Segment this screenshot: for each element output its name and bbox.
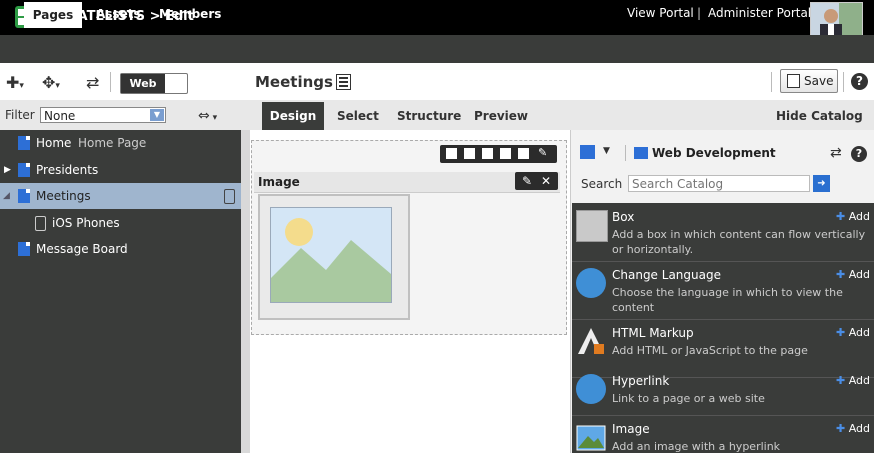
- tab-members[interactable]: Members: [159, 0, 221, 28]
- link-separator: |: [697, 6, 702, 20]
- catalog-item-name: HTML Markup: [612, 326, 694, 340]
- tree-item-message-board[interactable]: Message Board: [0, 236, 241, 262]
- catalog-item-image[interactable]: Image Add an image with a hyperlink Add: [572, 416, 874, 453]
- image-widget-tools: ✎ ✕: [515, 172, 558, 190]
- add-button[interactable]: Add: [836, 268, 870, 281]
- catalog-item-description: Choose the language in which to view the…: [612, 286, 843, 314]
- page-title: Meetings: [255, 73, 333, 91]
- wrench-icon[interactable]: ✎: [522, 172, 532, 190]
- catalog-item-description: Add an image with a hyperlink: [612, 440, 781, 453]
- search-go-icon[interactable]: ➜: [813, 175, 830, 192]
- tab-select[interactable]: Select: [337, 100, 379, 130]
- layout-split-icon[interactable]: [482, 148, 493, 159]
- tree-item-label: iOS Phones: [52, 216, 120, 230]
- refresh-icon[interactable]: ⇄: [86, 73, 99, 93]
- move-icon[interactable]: ✥▾: [42, 73, 60, 96]
- layout-rows-icon[interactable]: [464, 148, 475, 159]
- catalog-item-change-language[interactable]: Change Language Choose the language in w…: [572, 262, 874, 320]
- filter-label: Filter: [5, 108, 35, 122]
- save-icon: [787, 74, 800, 88]
- device-icon: [224, 189, 235, 204]
- tree-item-meetings[interactable]: ◢ Meetings: [0, 183, 241, 209]
- catalog-item-description: Link to a page or a web site: [612, 392, 765, 405]
- layout-sidebar-icon[interactable]: [518, 148, 529, 159]
- hide-catalog-button[interactable]: Hide Catalog: [776, 100, 863, 130]
- tab-preview[interactable]: Preview: [474, 100, 528, 130]
- catalog-item-name: Image: [612, 422, 650, 436]
- catalog-search-input[interactable]: [628, 175, 810, 192]
- nav-bar: [0, 35, 874, 63]
- web-mode-toggle[interactable]: Web: [120, 73, 188, 94]
- add-row-icon[interactable]: [446, 148, 457, 159]
- page-properties-icon[interactable]: [336, 74, 351, 90]
- wrench-icon[interactable]: ✎: [538, 146, 549, 159]
- filter-select[interactable]: None ▼: [40, 107, 166, 123]
- page-icon: [18, 163, 30, 177]
- catalog-item-description: Add HTML or JavaScript to the page: [612, 344, 808, 357]
- close-icon[interactable]: ✕: [541, 172, 551, 190]
- tab-structure[interactable]: Structure: [397, 100, 461, 130]
- tree-item-label: Meetings: [36, 189, 91, 203]
- globe-icon: [576, 268, 606, 298]
- save-button[interactable]: Save: [780, 69, 838, 93]
- tree-item-label: Home: [36, 136, 72, 150]
- page-icon: [18, 189, 30, 203]
- catalog-item-name: Change Language: [612, 268, 721, 282]
- catalog-search-label: Search: [581, 177, 623, 191]
- html-markup-icon: [576, 326, 606, 356]
- box-wrench-icon: [576, 210, 608, 242]
- toolbar-divider-help: [843, 72, 844, 92]
- catalog-folder-name[interactable]: Web Development: [652, 146, 776, 160]
- catalog-item-description: Add a box in which content can flow vert…: [612, 228, 866, 256]
- tree-item-home[interactable]: Home Home Page: [0, 130, 241, 156]
- view-portal-link[interactable]: View Portal: [627, 6, 694, 20]
- tab-assets[interactable]: Assets: [96, 0, 141, 28]
- save-button-label: Save: [804, 74, 834, 88]
- hyperlink-globe-icon: [576, 374, 606, 404]
- administer-portal-link[interactable]: Administer Portal: [708, 6, 811, 20]
- layout-columns-icon[interactable]: [500, 148, 511, 159]
- layout-toolbar: ✎: [440, 145, 557, 163]
- folder-up-icon[interactable]: [580, 145, 595, 159]
- phone-icon: [35, 216, 46, 231]
- add-button[interactable]: Add: [836, 326, 870, 339]
- filter-select-value: None: [44, 109, 76, 123]
- collapse-arrow-icon[interactable]: ◢: [3, 183, 10, 209]
- link-view-icon[interactable]: ⇔ ▾: [198, 106, 217, 128]
- refresh-icon[interactable]: ⇄: [830, 145, 842, 161]
- tab-design[interactable]: Design: [262, 102, 324, 130]
- tab-pages[interactable]: Pages: [24, 2, 82, 28]
- help-icon[interactable]: ?: [851, 73, 868, 90]
- toolbar-divider-right: [771, 72, 772, 92]
- catalog-divider: [625, 145, 626, 161]
- tree-item-ios-phones[interactable]: iOS Phones: [0, 210, 241, 236]
- add-button[interactable]: Add: [836, 422, 870, 435]
- catalog-item-name: Hyperlink: [612, 374, 670, 388]
- catalog-help-icon[interactable]: ?: [851, 146, 867, 162]
- page-icon: [18, 136, 30, 150]
- toolbar-divider: [110, 72, 111, 92]
- catalog-item-name: Box: [612, 210, 635, 224]
- image-placeholder-icon: [270, 207, 392, 303]
- image-widget-title: Image: [258, 175, 300, 189]
- catalog-item-box[interactable]: Box Add a box in which content can flow …: [572, 204, 874, 262]
- page-icon: [18, 242, 30, 256]
- chevron-down-icon[interactable]: ▼: [603, 146, 610, 156]
- tree-item-label: Message Board: [36, 242, 128, 256]
- add-icon[interactable]: ✚▾: [6, 73, 24, 96]
- expand-arrow-icon[interactable]: ▶: [4, 157, 11, 183]
- web-toggle-label: Web: [121, 74, 165, 93]
- catalog-item-hyperlink[interactable]: Hyperlink Link to a page or a web site A…: [572, 368, 874, 416]
- add-button[interactable]: Add: [836, 374, 870, 387]
- chevron-down-icon: ▼: [150, 109, 164, 121]
- folder-icon: [634, 147, 648, 159]
- tree-item-presidents[interactable]: ▶ Presidents: [0, 157, 241, 183]
- image-icon: [576, 422, 606, 452]
- add-button[interactable]: Add: [836, 210, 870, 223]
- tree-item-label: Presidents: [36, 163, 99, 177]
- tree-item-sublabel: Home Page: [78, 136, 147, 150]
